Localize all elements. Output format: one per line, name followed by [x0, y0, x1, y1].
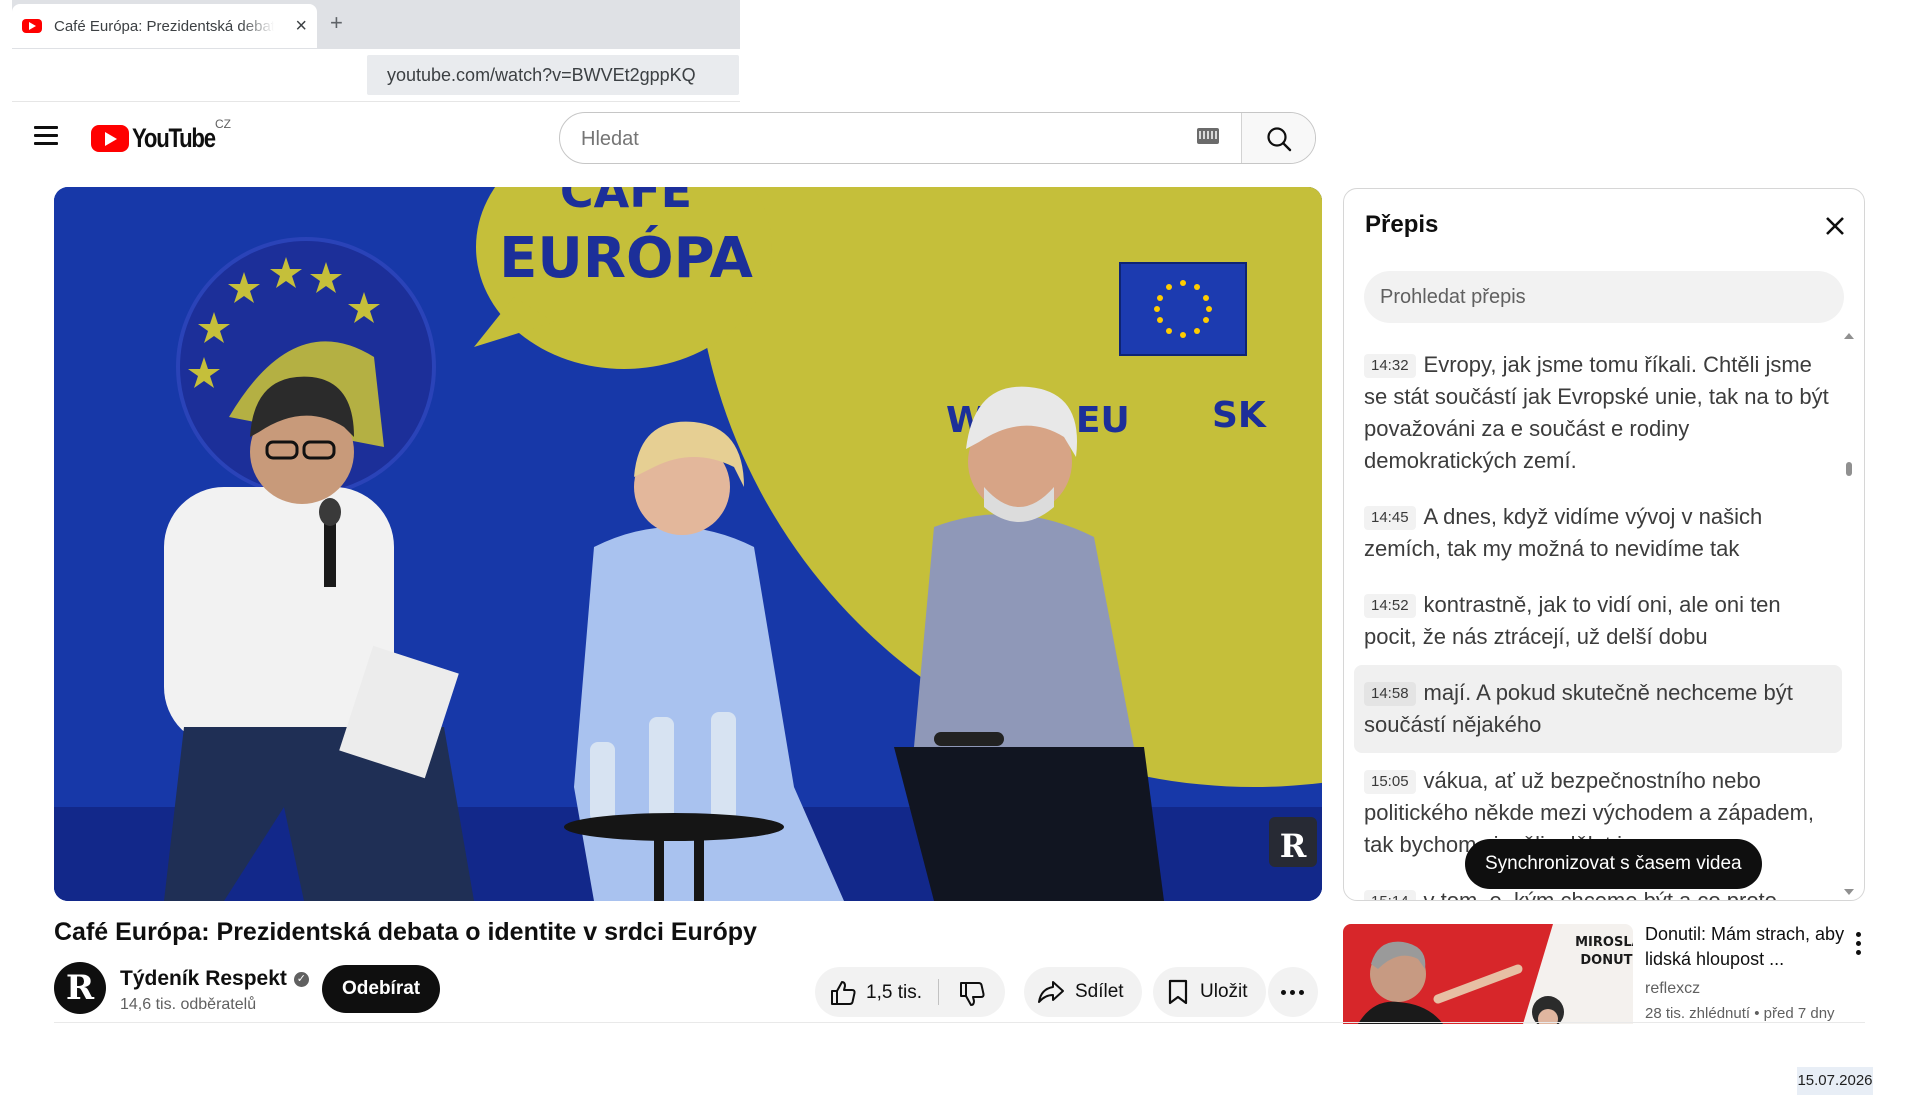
- segment-text: Evropy, jak jsme tomu říkali. Chtěli jsm…: [1364, 352, 1829, 473]
- transcript-segment[interactable]: 14:32 Evropy, jak jsme tomu říkali. Chtěl…: [1354, 337, 1842, 489]
- search-button[interactable]: [1241, 113, 1315, 163]
- video-title: Café Európa: Prezidentská debata o ident…: [54, 918, 757, 946]
- recommendation-channel[interactable]: reflexcz: [1645, 980, 1700, 998]
- more-dot-icon: [1299, 990, 1304, 995]
- bubble-main-text: EURÓPA: [499, 226, 753, 291]
- verified-badge-icon: ✓: [293, 971, 309, 987]
- transcript-panel: Přepis 14:32Evropy, jak jsme tomu říkali…: [1343, 188, 1865, 901]
- recommendation-meta: 28 tis. zhlédnutí • před 7 dny: [1645, 1005, 1835, 1022]
- share-button[interactable]: Sdílet: [1024, 967, 1142, 1017]
- youtube-logo-text: YouTube: [132, 123, 216, 153]
- recommendation-thumbnail[interactable]: MIROSLAV DONUTIL: [1343, 924, 1633, 1024]
- more-dot-icon: [1281, 990, 1286, 995]
- video-frame: CAFE EURÓPA WWW.EU SK: [54, 187, 1322, 901]
- search-icon: [1267, 127, 1292, 152]
- thumbs-down-icon: [960, 982, 985, 1006]
- segment-timestamp: 15:05: [1364, 770, 1416, 794]
- tab-close-icon[interactable]: ×: [295, 16, 307, 36]
- recommendation-more-icon[interactable]: [1853, 932, 1863, 956]
- save-label: Uložit: [1200, 981, 1248, 1002]
- segment-text: v tom, e, kým chceme být a co proto: [1423, 888, 1777, 901]
- transcript-scrollbar-thumb[interactable]: [1846, 462, 1852, 476]
- segment-timestamp: 14:58: [1364, 682, 1416, 706]
- subscriber-count: 14,6 tis. odběratelů: [120, 996, 257, 1013]
- segment-text: mají. A pokud skutečně nechceme být souč…: [1364, 680, 1793, 737]
- bubble-top-text: CAFE: [560, 187, 692, 218]
- share-label: Sdílet: [1075, 981, 1124, 1002]
- youtube-favicon-icon: [22, 19, 42, 33]
- search-box: [559, 112, 1316, 164]
- subscribe-button[interactable]: Odebírat: [322, 965, 441, 1013]
- menu-icon[interactable]: [34, 126, 58, 146]
- segment-text: A dnes, když vidíme vývoj v našich zemíc…: [1364, 504, 1763, 561]
- content-bottom-divider: [54, 1022, 1865, 1023]
- keyboard-icon[interactable]: [1197, 128, 1219, 144]
- website-right-text: SK: [1212, 395, 1267, 436]
- new-tab-button[interactable]: +: [330, 12, 343, 34]
- dislike-button[interactable]: [939, 967, 1005, 1017]
- thumbs-up-icon: [831, 981, 856, 1005]
- taskbar-date: 15.07.2026: [1797, 1067, 1873, 1095]
- youtube-logo[interactable]: YouTube: [91, 123, 233, 154]
- scroll-down-arrow-icon[interactable]: [1844, 889, 1854, 895]
- more-actions-button[interactable]: [1268, 967, 1318, 1017]
- recommendation-title[interactable]: Donutil: Mám strach, aby lidská hloupost…: [1645, 922, 1865, 972]
- more-dot-icon: [1290, 990, 1295, 995]
- save-button[interactable]: Uložit: [1153, 967, 1266, 1017]
- share-icon: [1038, 981, 1064, 1003]
- segment-timestamp: 15:14: [1364, 890, 1416, 900]
- country-code: CZ: [215, 117, 231, 131]
- transcript-list[interactable]: 14:32 Evropy, jak jsme tomu říkali. Chtěl…: [1354, 337, 1842, 901]
- search-input[interactable]: [560, 113, 1253, 163]
- like-dislike-group: 1,5 tis.: [815, 967, 1005, 1017]
- transcript-search-input[interactable]: [1364, 271, 1844, 323]
- bookmark-icon: [1168, 979, 1188, 1005]
- tab-title: Café Európa: Prezidentská debata o ident…: [54, 17, 274, 35]
- channel-name[interactable]: Týdeník Respekt ✓: [120, 967, 309, 991]
- channel-avatar[interactable]: R: [54, 962, 106, 1014]
- transcript-segment-active[interactable]: 14:58 mají. A pokud skutečně nechceme být…: [1354, 665, 1842, 753]
- scroll-up-arrow-icon[interactable]: [1844, 333, 1854, 339]
- thumbnail-image: MIROSLAV DONUTIL: [1343, 924, 1633, 1024]
- channel-name-text: Týdeník Respekt: [120, 967, 287, 990]
- transcript-segment[interactable]: 14:45 A dnes, když vidíme vývoj v našich …: [1354, 489, 1842, 577]
- segment-text: kontrastně, jak to vidí oni, ale oni ten…: [1364, 592, 1781, 649]
- browser-tab[interactable]: Café Európa: Prezidentská debata o ident…: [12, 4, 317, 48]
- transcript-close-button[interactable]: [1818, 209, 1852, 243]
- transcript-title: Přepis: [1365, 211, 1439, 238]
- segment-timestamp: 14:45: [1364, 506, 1416, 530]
- like-count: 1,5 tis.: [866, 982, 922, 1003]
- youtube-play-icon: [91, 125, 129, 152]
- address-bar[interactable]: youtube.com/watch?v=BWVEt2gppKQ: [367, 55, 739, 95]
- thumbnail-name-line1: MIROSLAV: [1575, 935, 1633, 950]
- segment-timestamp: 14:32: [1364, 354, 1416, 378]
- like-button[interactable]: 1,5 tis.: [815, 967, 937, 1017]
- transcript-segment[interactable]: 14:52 kontrastně, jak to vidí oni, ale on…: [1354, 577, 1842, 665]
- segment-timestamp: 14:52: [1364, 594, 1416, 618]
- video-player[interactable]: CAFE EURÓPA WWW.EU SK: [54, 187, 1322, 901]
- watermark-text: R: [1280, 827, 1307, 865]
- sync-with-video-button[interactable]: Synchronizovat s časem videa: [1465, 839, 1762, 889]
- thumbnail-name-line2: DONUTIL: [1580, 953, 1633, 968]
- close-icon: [1826, 217, 1844, 235]
